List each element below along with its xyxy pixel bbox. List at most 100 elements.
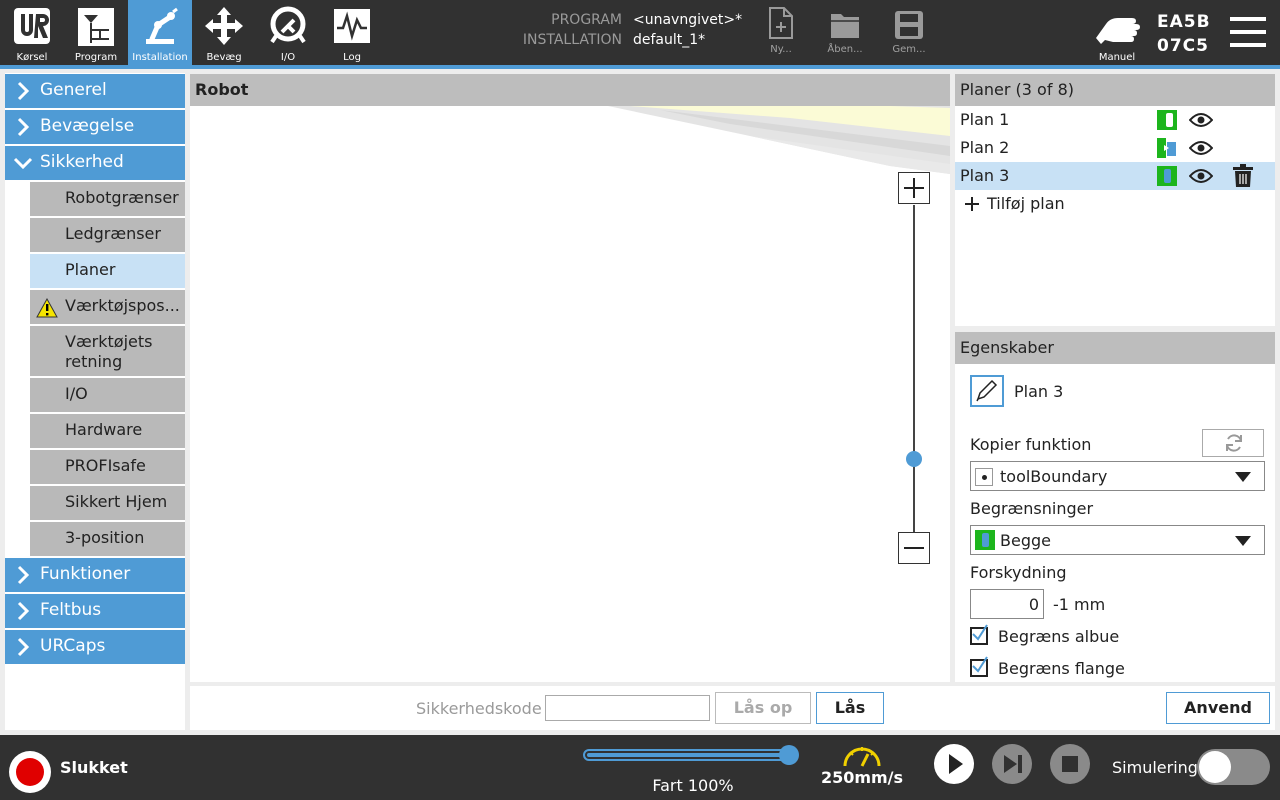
- limits-value: Begge: [1000, 531, 1051, 550]
- plane-row-2[interactable]: Plan 2: [955, 134, 1275, 162]
- safety-item-profisafe[interactable]: PROFIsafe: [30, 450, 185, 484]
- safety-item-hardware[interactable]: Hardware: [30, 414, 185, 448]
- nav-category-label: Bevægelse: [40, 116, 135, 136]
- robot-arm-icon: [146, 7, 178, 44]
- hamburger-menu-icon: [1230, 17, 1266, 47]
- checkmark-icon: [972, 624, 988, 641]
- zoom-in-button[interactable]: [898, 172, 930, 204]
- warning-icon: [36, 298, 58, 318]
- nav-category-motion[interactable]: Bevægelse: [5, 110, 185, 144]
- nav-category-label: Funktioner: [40, 564, 131, 584]
- program-name: <unavngivet>*: [633, 12, 743, 28]
- plane-both-limits-icon: [975, 530, 995, 550]
- plane-row-1[interactable]: Plan 1: [955, 106, 1275, 134]
- play-icon: [949, 754, 963, 774]
- stop-icon: [1062, 756, 1078, 772]
- nav-program-button[interactable]: Program: [64, 0, 128, 65]
- safety-item-label: 3-position: [65, 528, 145, 547]
- lock-button[interactable]: Lås: [816, 692, 884, 724]
- safety-item-3-position[interactable]: 3-position: [30, 522, 185, 556]
- eye-icon[interactable]: [1189, 111, 1213, 129]
- add-plane-label: Tilføj plan: [987, 194, 1065, 213]
- plane-label: Plan 2: [960, 138, 1010, 157]
- safety-item-safe-home[interactable]: Sikkert Hjem: [30, 486, 185, 520]
- zoom-out-button[interactable]: [898, 532, 930, 564]
- refresh-button[interactable]: [1202, 429, 1264, 457]
- mode-button[interactable]: Manuel: [1090, 8, 1144, 64]
- installation-key: INSTALLATION: [522, 32, 622, 48]
- safety-item-label: Værktøjspos...: [65, 296, 180, 315]
- chevron-right-icon: [17, 565, 30, 585]
- eye-icon[interactable]: [1189, 139, 1213, 157]
- limits-label: Begrænsninger: [970, 499, 1094, 518]
- plane-trigger-limit-icon: [1157, 138, 1176, 158]
- safety-item-tool-position[interactable]: Værktøjspos...: [30, 290, 185, 324]
- nav-move-button[interactable]: Bevæg: [192, 0, 256, 65]
- trash-icon[interactable]: [1232, 164, 1254, 188]
- offset-input[interactable]: 0: [970, 589, 1044, 619]
- menu-button[interactable]: [1228, 14, 1268, 50]
- nav-run-button[interactable]: Kørsel: [0, 0, 64, 65]
- nav-move-label: Bevæg: [206, 52, 242, 63]
- zoom-slider-track[interactable]: [913, 205, 915, 532]
- new-file-button[interactable]: Ny...: [753, 6, 809, 62]
- nav-log-button[interactable]: Log: [320, 0, 384, 65]
- copy-feature-dropdown[interactable]: toolBoundary: [970, 461, 1265, 491]
- apply-button[interactable]: Anvend: [1166, 692, 1270, 724]
- minus-icon: [904, 547, 924, 549]
- nav-category-label: Sikkerhed: [40, 152, 124, 172]
- rename-button[interactable]: [970, 375, 1004, 407]
- chevron-right-icon: [17, 601, 30, 621]
- safety-item-io[interactable]: I/O: [30, 378, 185, 412]
- nav-installation-button[interactable]: Installation: [128, 0, 192, 65]
- copy-feature-value: toolBoundary: [1000, 467, 1108, 486]
- nav-category-general[interactable]: Generel: [5, 74, 185, 108]
- plus-icon: [904, 178, 924, 198]
- safety-item-planes[interactable]: Planer: [30, 254, 185, 288]
- chevron-right-icon: [17, 637, 30, 657]
- mode-label: Manuel: [1098, 52, 1136, 63]
- speed-slider-handle[interactable]: [779, 745, 799, 765]
- restrict-elbow-label: Begræns albue: [998, 627, 1120, 646]
- speedometer-icon: [843, 747, 881, 767]
- safety-item-robot-limits[interactable]: Robotgrænser: [30, 182, 185, 216]
- step-button[interactable]: [992, 744, 1032, 784]
- step-icon: [1004, 755, 1022, 773]
- power-button[interactable]: [9, 751, 51, 793]
- io-icon: [270, 6, 306, 44]
- play-button[interactable]: [934, 744, 974, 784]
- speed-slider-track[interactable]: [583, 749, 793, 761]
- chevron-down-icon: [13, 157, 33, 170]
- robot-3d-viewport[interactable]: [190, 106, 950, 682]
- unlock-button[interactable]: Lås op: [715, 692, 811, 724]
- eye-icon[interactable]: [1189, 167, 1213, 185]
- zoom-slider-handle[interactable]: [906, 451, 922, 467]
- plane-row-3[interactable]: Plan 3: [955, 162, 1275, 190]
- nav-category-fieldbus[interactable]: Feltbus: [5, 594, 185, 628]
- robot-view-title: Robot: [190, 74, 950, 106]
- nav-category-features[interactable]: Funktioner: [5, 558, 185, 592]
- nav-io-button[interactable]: I/O: [256, 0, 320, 65]
- checkmark-icon: [972, 656, 988, 673]
- safety-item-joint-limits[interactable]: Ledgrænser: [30, 218, 185, 252]
- add-plane-button[interactable]: Tilføj plan: [955, 190, 1275, 218]
- safety-item-label: Sikkert Hjem: [65, 492, 168, 511]
- restrict-flange-label: Begræns flange: [998, 659, 1125, 678]
- nav-category-urcaps[interactable]: URCaps: [5, 630, 185, 664]
- stop-button[interactable]: [1050, 744, 1090, 784]
- speed-slider-fill: [587, 753, 789, 757]
- simulation-toggle[interactable]: [1197, 749, 1270, 785]
- plane-name: Plan 3: [1014, 382, 1064, 401]
- restrict-flange-checkbox[interactable]: [970, 656, 988, 677]
- plane-both-limits-icon: [1157, 166, 1177, 186]
- safety-item-tool-direction[interactable]: Værktøjets retning: [30, 326, 185, 376]
- simulation-toggle-knob: [1199, 751, 1231, 783]
- header-accent-stripe: [0, 65, 1280, 69]
- nav-category-safety[interactable]: Sikkerhed: [5, 146, 185, 180]
- limits-dropdown[interactable]: Begge: [970, 525, 1265, 555]
- open-file-button[interactable]: Åben...: [817, 6, 873, 62]
- restrict-elbow-checkbox[interactable]: [970, 624, 988, 645]
- speed-label: Fart 100%: [652, 776, 734, 795]
- save-file-button[interactable]: Gem...: [881, 6, 937, 62]
- safety-code-input[interactable]: [545, 695, 710, 721]
